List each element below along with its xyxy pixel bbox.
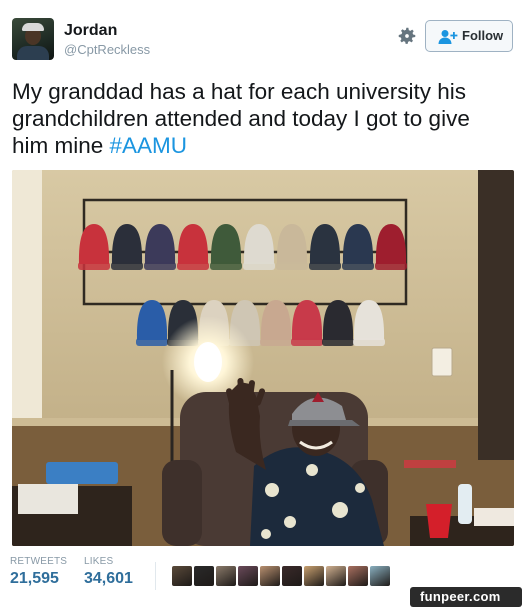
wall-art: [404, 460, 456, 468]
likes-label: LIKES: [84, 556, 114, 567]
follow-label: Follow: [462, 28, 504, 43]
liker-avatar[interactable]: [216, 566, 236, 586]
hashtag-link[interactable]: #AAMU: [110, 133, 188, 158]
watermark-text: funpeer.com: [420, 589, 501, 604]
retweets-count: 21,595: [10, 570, 59, 587]
liker-avatar[interactable]: [326, 566, 346, 586]
follow-button[interactable]: Follow: [425, 20, 513, 52]
tweet-photo[interactable]: [12, 170, 514, 546]
photo-scene: [12, 170, 514, 546]
liker-avatar[interactable]: [370, 566, 390, 586]
tweet-text: My granddad has a hat for each universit…: [12, 78, 512, 159]
liker-avatar[interactable]: [348, 566, 368, 586]
avatar-cap: [22, 23, 44, 31]
avatar-shirt: [17, 46, 49, 60]
likes-count: 34,601: [84, 570, 133, 587]
retweets-label: RETWEETS: [10, 556, 68, 567]
avatar[interactable]: [12, 18, 54, 60]
tweet-body: My granddad has a hat for each universit…: [12, 79, 470, 158]
add-user-icon: [438, 30, 458, 44]
liker-avatar[interactable]: [194, 566, 214, 586]
liker-avatar[interactable]: [260, 566, 280, 586]
tweet-header: Jordan @CptReckless Follow: [12, 18, 520, 64]
right-door: [478, 170, 514, 460]
gear-icon[interactable]: [396, 25, 418, 47]
user-handle[interactable]: @CptReckless: [64, 42, 150, 57]
stats-divider: [155, 562, 156, 590]
liker-avatar[interactable]: [172, 566, 192, 586]
watermark: funpeer.com: [410, 587, 522, 607]
likes-stat[interactable]: LIKES 34,601: [84, 556, 133, 588]
user-name[interactable]: Jordan: [64, 22, 117, 40]
lamp-shade: [194, 342, 222, 382]
retweets-stat[interactable]: RETWEETS 21,595: [10, 556, 67, 588]
liker-avatar[interactable]: [238, 566, 258, 586]
outlet: [431, 347, 453, 377]
liker-avatar[interactable]: [282, 566, 302, 586]
liker-avatar[interactable]: [304, 566, 324, 586]
doorway: [12, 170, 42, 460]
